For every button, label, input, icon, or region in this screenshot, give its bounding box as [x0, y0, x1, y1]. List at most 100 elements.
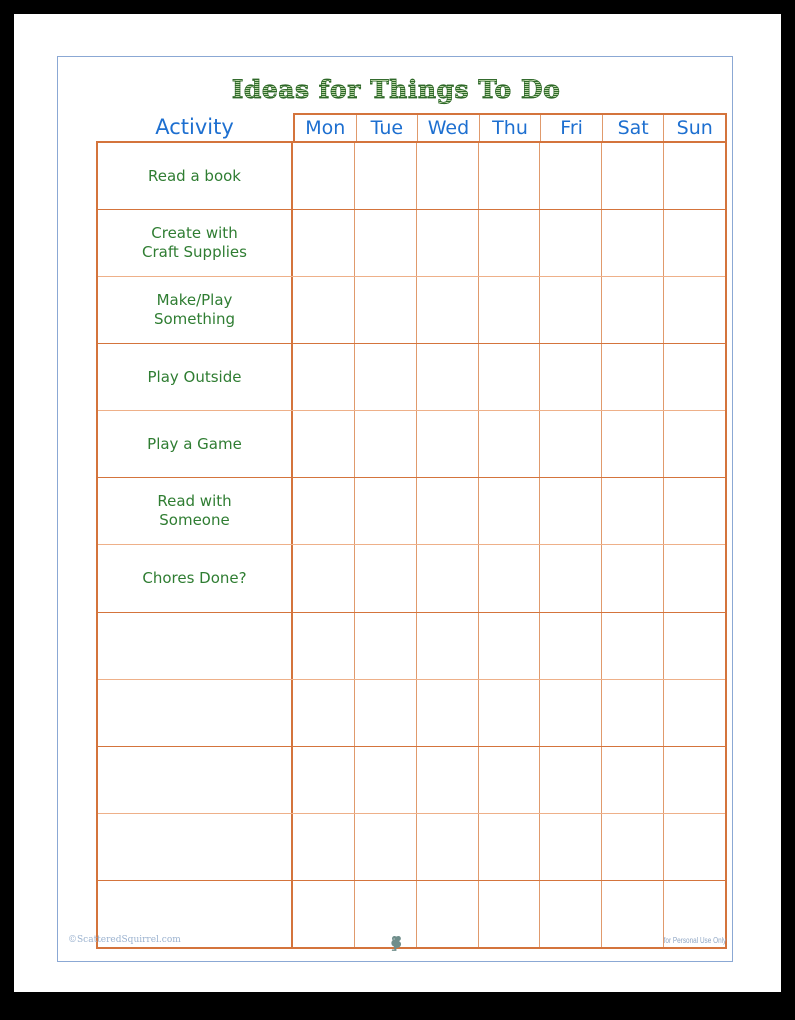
checkbox-cell-fri[interactable]: [540, 545, 603, 612]
checkbox-cell-sat[interactable]: [602, 545, 665, 612]
checkbox-cell-mon[interactable]: [293, 545, 355, 612]
checkbox-cell-thu[interactable]: [479, 210, 541, 277]
checkbox-cell-sun[interactable]: [664, 411, 725, 477]
checkbox-cell-sat[interactable]: [602, 143, 665, 210]
checkbox-cell-sun[interactable]: [664, 478, 725, 544]
checkbox-cell-wed[interactable]: [417, 545, 479, 612]
checkbox-cell-thu[interactable]: [479, 746, 541, 813]
checkbox-cell-fri[interactable]: [540, 813, 603, 880]
page-title: Ideas for Things To Do: [58, 75, 734, 105]
checkbox-cell-sun[interactable]: [664, 277, 725, 343]
checkbox-cell-fri[interactable]: [540, 344, 603, 411]
checkbox-cell-wed[interactable]: [417, 344, 479, 411]
checkbox-cell-sat[interactable]: [602, 813, 665, 880]
checkbox-cell-sun[interactable]: [664, 814, 725, 880]
table-row: [98, 746, 725, 814]
checkbox-cell-mon[interactable]: [293, 478, 355, 545]
activity-label-cell[interactable]: Create with Craft Supplies: [98, 210, 293, 277]
checkbox-cell-sat[interactable]: [602, 411, 665, 478]
checkbox-cell-thu[interactable]: [479, 612, 541, 679]
activity-label-cell[interactable]: [98, 746, 293, 813]
checkbox-cell-tue[interactable]: [355, 679, 417, 746]
table-row: Chores Done?: [98, 545, 725, 613]
checkbox-cell-wed[interactable]: [417, 478, 479, 545]
checkbox-cell-wed[interactable]: [417, 813, 479, 880]
checkbox-cell-thu[interactable]: [479, 813, 541, 880]
checkbox-cell-mon[interactable]: [293, 679, 355, 746]
checkbox-cell-thu[interactable]: [479, 344, 541, 411]
checkbox-cell-tue[interactable]: [355, 746, 417, 813]
checkbox-cell-thu[interactable]: [479, 679, 541, 746]
checkbox-cell-mon[interactable]: [293, 143, 355, 210]
checkbox-cell-thu[interactable]: [479, 478, 541, 545]
checkbox-cell-mon[interactable]: [293, 344, 355, 411]
checkbox-cell-sun[interactable]: [664, 344, 725, 410]
checkbox-cell-sat[interactable]: [602, 746, 665, 813]
activity-label-cell[interactable]: [98, 679, 293, 746]
checkbox-cell-mon[interactable]: [293, 746, 355, 813]
activity-label-cell[interactable]: Read a book: [98, 143, 293, 210]
checkbox-cell-sat[interactable]: [602, 679, 665, 746]
column-header-mon: Mon: [295, 115, 357, 141]
checkbox-cell-wed[interactable]: [417, 411, 479, 478]
column-header-activity: Activity: [155, 115, 234, 139]
checkbox-cell-tue[interactable]: [355, 411, 417, 478]
column-header-sat: Sat: [603, 115, 665, 141]
activity-label-cell[interactable]: Chores Done?: [98, 545, 293, 612]
checkbox-cell-wed[interactable]: [417, 277, 479, 344]
checkbox-cell-fri[interactable]: [540, 210, 603, 277]
checkbox-cell-mon[interactable]: [293, 612, 355, 679]
checkbox-cell-thu[interactable]: [479, 143, 541, 210]
checkbox-cell-wed[interactable]: [417, 210, 479, 277]
checkbox-cell-thu[interactable]: [479, 277, 541, 344]
checkbox-cell-fri[interactable]: [540, 746, 603, 813]
checkbox-cell-sat[interactable]: [602, 210, 665, 277]
checkbox-cell-tue[interactable]: [355, 478, 417, 545]
checkbox-cell-sat[interactable]: [602, 344, 665, 411]
activity-label-cell[interactable]: Make/Play Something: [98, 277, 293, 344]
checkbox-cell-sun[interactable]: [664, 613, 725, 679]
table-header-row: Activity Mon Tue Wed Thu Fri Sat Sun: [96, 113, 727, 141]
checkbox-cell-thu[interactable]: [479, 411, 541, 478]
checkbox-cell-wed[interactable]: [417, 746, 479, 813]
checkbox-cell-mon[interactable]: [293, 813, 355, 880]
checkbox-cell-fri[interactable]: [540, 411, 603, 478]
checkbox-cell-tue[interactable]: [355, 813, 417, 880]
table-row: Read with Someone: [98, 478, 725, 546]
checkbox-cell-tue[interactable]: [355, 344, 417, 411]
checkbox-cell-thu[interactable]: [479, 545, 541, 612]
checkbox-cell-fri[interactable]: [540, 478, 603, 545]
checkbox-cell-fri[interactable]: [540, 679, 603, 746]
checkbox-cell-fri[interactable]: [540, 612, 603, 679]
checkbox-cell-wed[interactable]: [417, 612, 479, 679]
activity-label-cell[interactable]: Play Outside: [98, 344, 293, 411]
table-row: Read a book: [98, 143, 725, 211]
checkbox-cell-wed[interactable]: [417, 143, 479, 210]
checkbox-cell-tue[interactable]: [355, 612, 417, 679]
checkbox-cell-sun[interactable]: [664, 210, 725, 276]
table-row: Play a Game: [98, 411, 725, 479]
checkbox-cell-sun[interactable]: [664, 747, 725, 813]
checkbox-cell-sat[interactable]: [602, 478, 665, 545]
checkbox-cell-fri[interactable]: [540, 143, 603, 210]
checkbox-cell-sun[interactable]: [664, 545, 725, 611]
checkbox-cell-tue[interactable]: [355, 545, 417, 612]
activity-label-cell[interactable]: [98, 813, 293, 880]
checkbox-cell-wed[interactable]: [417, 679, 479, 746]
checkbox-cell-fri[interactable]: [540, 277, 603, 344]
activity-label-cell[interactable]: [98, 612, 293, 679]
checkbox-cell-sun[interactable]: [664, 680, 725, 746]
checkbox-cell-tue[interactable]: [355, 143, 417, 210]
checkbox-cell-tue[interactable]: [355, 277, 417, 344]
checkbox-cell-sat[interactable]: [602, 277, 665, 344]
checkbox-cell-mon[interactable]: [293, 411, 355, 478]
checkbox-cell-tue[interactable]: [355, 210, 417, 277]
checkbox-cell-mon[interactable]: [293, 277, 355, 344]
footer-usage-note: for Personal Use Only: [663, 936, 726, 945]
checkbox-cell-mon[interactable]: [293, 210, 355, 277]
printable-page: Ideas for Things To Do Activity Mon Tue We…: [14, 14, 781, 992]
checkbox-cell-sun[interactable]: [664, 143, 725, 209]
checkbox-cell-sat[interactable]: [602, 612, 665, 679]
activity-label-cell[interactable]: Play a Game: [98, 411, 293, 478]
activity-label-cell[interactable]: Read with Someone: [98, 478, 293, 545]
